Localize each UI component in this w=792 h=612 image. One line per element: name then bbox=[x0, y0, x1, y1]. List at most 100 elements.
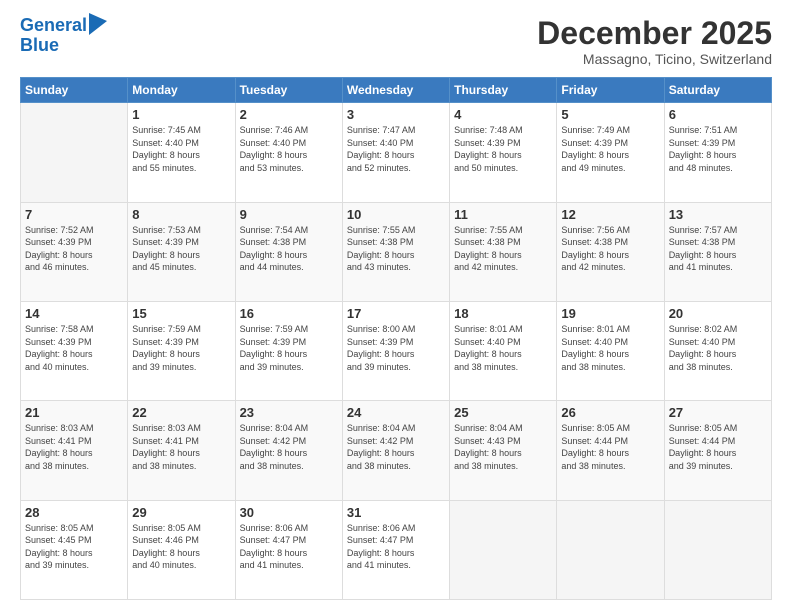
day-number: 30 bbox=[240, 505, 338, 520]
cell-content: Sunrise: 8:01 AMSunset: 4:40 PMDaylight:… bbox=[454, 323, 552, 373]
day-number: 16 bbox=[240, 306, 338, 321]
cell-content: Sunrise: 8:01 AMSunset: 4:40 PMDaylight:… bbox=[561, 323, 659, 373]
logo-blue: Blue bbox=[20, 36, 107, 56]
day-number: 24 bbox=[347, 405, 445, 420]
cell-content: Sunrise: 8:00 AMSunset: 4:39 PMDaylight:… bbox=[347, 323, 445, 373]
day-number: 28 bbox=[25, 505, 123, 520]
day-number: 31 bbox=[347, 505, 445, 520]
day-number: 6 bbox=[669, 107, 767, 122]
cell-content: Sunrise: 7:57 AMSunset: 4:38 PMDaylight:… bbox=[669, 224, 767, 274]
day-number: 8 bbox=[132, 207, 230, 222]
calendar-cell: 3 Sunrise: 7:47 AMSunset: 4:40 PMDaylight… bbox=[342, 103, 449, 202]
calendar-cell: 8 Sunrise: 7:53 AMSunset: 4:39 PMDaylight… bbox=[128, 202, 235, 301]
day-number: 29 bbox=[132, 505, 230, 520]
calendar-week-1: 1Sunrise: 7:45 AMSunset: 4:40 PMDaylight… bbox=[21, 103, 772, 202]
calendar-week-4: 21 Sunrise: 8:03 AMSunset: 4:41 PMDayligh… bbox=[21, 401, 772, 500]
calendar-cell: 26 Sunrise: 8:05 AMSunset: 4:44 PMDayligh… bbox=[557, 401, 664, 500]
calendar-cell: 14 Sunrise: 7:58 AMSunset: 4:39 PMDayligh… bbox=[21, 301, 128, 400]
day-number: 4 bbox=[454, 107, 552, 122]
cell-content: Sunrise: 7:53 AMSunset: 4:39 PMDaylight:… bbox=[132, 224, 230, 274]
cell-content: Sunrise: 8:05 AMSunset: 4:44 PMDaylight:… bbox=[669, 422, 767, 472]
day-header-tuesday: Tuesday bbox=[235, 78, 342, 103]
day-header-friday: Friday bbox=[557, 78, 664, 103]
calendar-cell: 6 Sunrise: 7:51 AMSunset: 4:39 PMDaylight… bbox=[664, 103, 771, 202]
day-number: 3 bbox=[347, 107, 445, 122]
location-subtitle: Massagno, Ticino, Switzerland bbox=[537, 51, 772, 67]
cell-content: Sunrise: 8:04 AMSunset: 4:42 PMDaylight:… bbox=[347, 422, 445, 472]
day-number: 5 bbox=[561, 107, 659, 122]
calendar-cell: 28 Sunrise: 8:05 AMSunset: 4:45 PMDayligh… bbox=[21, 500, 128, 599]
day-number: 27 bbox=[669, 405, 767, 420]
calendar-cell: 27 Sunrise: 8:05 AMSunset: 4:44 PMDayligh… bbox=[664, 401, 771, 500]
cell-content: Sunrise: 8:03 AMSunset: 4:41 PMDaylight:… bbox=[132, 422, 230, 472]
calendar-cell: 9Sunrise: 7:54 AMSunset: 4:38 PMDaylight… bbox=[235, 202, 342, 301]
calendar-cell: 22 Sunrise: 8:03 AMSunset: 4:41 PMDayligh… bbox=[128, 401, 235, 500]
day-number: 26 bbox=[561, 405, 659, 420]
calendar-cell: 30 Sunrise: 8:06 AMSunset: 4:47 PMDayligh… bbox=[235, 500, 342, 599]
day-header-saturday: Saturday bbox=[664, 78, 771, 103]
calendar-cell: 4 Sunrise: 7:48 AMSunset: 4:39 PMDaylight… bbox=[450, 103, 557, 202]
cell-content: Sunrise: 7:56 AMSunset: 4:38 PMDaylight:… bbox=[561, 224, 659, 274]
cell-content: Sunrise: 7:48 AMSunset: 4:39 PMDaylight:… bbox=[454, 124, 552, 174]
logo: General Blue bbox=[20, 16, 107, 56]
calendar-cell: 23Sunrise: 8:04 AMSunset: 4:42 PMDayligh… bbox=[235, 401, 342, 500]
day-number: 11 bbox=[454, 207, 552, 222]
cell-content: Sunrise: 7:52 AMSunset: 4:39 PMDaylight:… bbox=[25, 224, 123, 274]
cell-content: Sunrise: 7:55 AMSunset: 4:38 PMDaylight:… bbox=[347, 224, 445, 274]
calendar-cell: 15 Sunrise: 7:59 AMSunset: 4:39 PMDayligh… bbox=[128, 301, 235, 400]
calendar-cell: 19 Sunrise: 8:01 AMSunset: 4:40 PMDayligh… bbox=[557, 301, 664, 400]
calendar-table: SundayMondayTuesdayWednesdayThursdayFrid… bbox=[20, 77, 772, 600]
header: General Blue December 2025 Massagno, Tic… bbox=[20, 16, 772, 67]
calendar-cell bbox=[450, 500, 557, 599]
calendar-cell: 2 Sunrise: 7:46 AMSunset: 4:40 PMDaylight… bbox=[235, 103, 342, 202]
calendar-cell: 29 Sunrise: 8:05 AMSunset: 4:46 PMDayligh… bbox=[128, 500, 235, 599]
cell-content: Sunrise: 7:47 AMSunset: 4:40 PMDaylight:… bbox=[347, 124, 445, 174]
cell-content: Sunrise: 8:04 AMSunset: 4:43 PMDaylight:… bbox=[454, 422, 552, 472]
title-section: December 2025 Massagno, Ticino, Switzerl… bbox=[537, 16, 772, 67]
day-number: 20 bbox=[669, 306, 767, 321]
day-number: 10 bbox=[347, 207, 445, 222]
cell-content: Sunrise: 8:05 AMSunset: 4:45 PMDaylight:… bbox=[25, 522, 123, 572]
cell-content: Sunrise: 7:46 AMSunset: 4:40 PMDaylight:… bbox=[240, 124, 338, 174]
day-header-wednesday: Wednesday bbox=[342, 78, 449, 103]
cell-content: Sunrise: 8:03 AMSunset: 4:41 PMDaylight:… bbox=[25, 422, 123, 472]
calendar-cell: 5 Sunrise: 7:49 AMSunset: 4:39 PMDaylight… bbox=[557, 103, 664, 202]
cell-content: Sunrise: 8:02 AMSunset: 4:40 PMDaylight:… bbox=[669, 323, 767, 373]
calendar-cell bbox=[557, 500, 664, 599]
cell-content: Sunrise: 8:06 AMSunset: 4:47 PMDaylight:… bbox=[347, 522, 445, 572]
calendar-cell bbox=[21, 103, 128, 202]
calendar-cell: 13Sunrise: 7:57 AMSunset: 4:38 PMDayligh… bbox=[664, 202, 771, 301]
day-number: 18 bbox=[454, 306, 552, 321]
calendar-cell: 31 Sunrise: 8:06 AMSunset: 4:47 PMDayligh… bbox=[342, 500, 449, 599]
cell-content: Sunrise: 8:05 AMSunset: 4:44 PMDaylight:… bbox=[561, 422, 659, 472]
cell-content: Sunrise: 8:05 AMSunset: 4:46 PMDaylight:… bbox=[132, 522, 230, 572]
day-number: 21 bbox=[25, 405, 123, 420]
day-number: 14 bbox=[25, 306, 123, 321]
day-number: 2 bbox=[240, 107, 338, 122]
cell-content: Sunrise: 7:51 AMSunset: 4:39 PMDaylight:… bbox=[669, 124, 767, 174]
day-number: 19 bbox=[561, 306, 659, 321]
cell-content: Sunrise: 8:04 AMSunset: 4:42 PMDaylight:… bbox=[240, 422, 338, 472]
day-header-monday: Monday bbox=[128, 78, 235, 103]
calendar-cell: 18 Sunrise: 8:01 AMSunset: 4:40 PMDayligh… bbox=[450, 301, 557, 400]
cell-content: Sunrise: 7:59 AMSunset: 4:39 PMDaylight:… bbox=[132, 323, 230, 373]
day-header-sunday: Sunday bbox=[21, 78, 128, 103]
day-number: 15 bbox=[132, 306, 230, 321]
cell-content: Sunrise: 7:58 AMSunset: 4:39 PMDaylight:… bbox=[25, 323, 123, 373]
day-header-thursday: Thursday bbox=[450, 78, 557, 103]
calendar-cell: 24 Sunrise: 8:04 AMSunset: 4:42 PMDayligh… bbox=[342, 401, 449, 500]
day-number: 22 bbox=[132, 405, 230, 420]
day-number: 17 bbox=[347, 306, 445, 321]
cell-content: Sunrise: 7:49 AMSunset: 4:39 PMDaylight:… bbox=[561, 124, 659, 174]
cell-content: Sunrise: 8:06 AMSunset: 4:47 PMDaylight:… bbox=[240, 522, 338, 572]
calendar-header-row: SundayMondayTuesdayWednesdayThursdayFrid… bbox=[21, 78, 772, 103]
calendar-cell: 11Sunrise: 7:55 AMSunset: 4:38 PMDayligh… bbox=[450, 202, 557, 301]
calendar-cell: 20 Sunrise: 8:02 AMSunset: 4:40 PMDayligh… bbox=[664, 301, 771, 400]
calendar-week-2: 7Sunrise: 7:52 AMSunset: 4:39 PMDaylight… bbox=[21, 202, 772, 301]
calendar-cell: 16Sunrise: 7:59 AMSunset: 4:39 PMDayligh… bbox=[235, 301, 342, 400]
calendar-cell: 21 Sunrise: 8:03 AMSunset: 4:41 PMDayligh… bbox=[21, 401, 128, 500]
calendar-cell: 17 Sunrise: 8:00 AMSunset: 4:39 PMDayligh… bbox=[342, 301, 449, 400]
logo-text: General bbox=[20, 16, 87, 36]
calendar-cell: 7Sunrise: 7:52 AMSunset: 4:39 PMDaylight… bbox=[21, 202, 128, 301]
calendar-cell: 25Sunrise: 8:04 AMSunset: 4:43 PMDayligh… bbox=[450, 401, 557, 500]
